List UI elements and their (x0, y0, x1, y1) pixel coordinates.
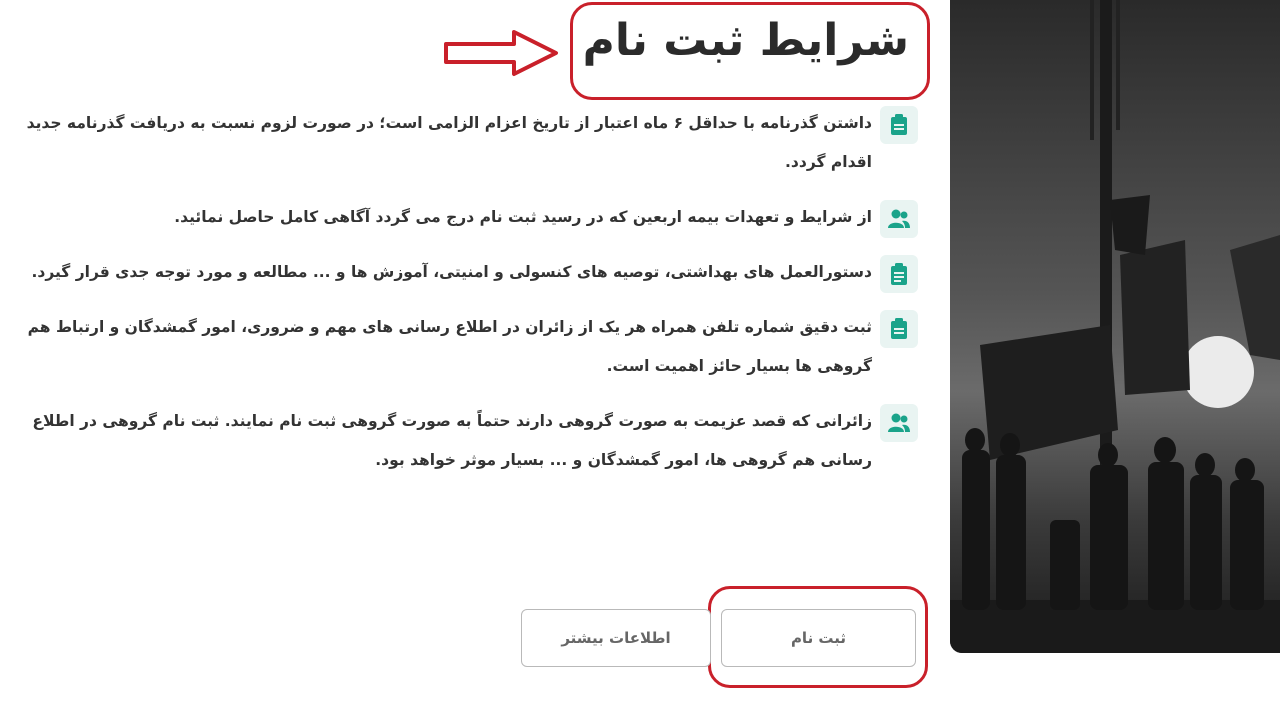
requirement-text: از شرایط و تعهدات بیمه اربعین که در رسید… (174, 208, 872, 226)
requirement-text: ثبت دقیق شماره تلفن همراه هر یک از زائرا… (27, 318, 872, 375)
arrow-right-icon (444, 30, 558, 76)
more-info-button[interactable]: اطلاعات بیشتر (521, 609, 711, 667)
passport-icon (880, 310, 918, 348)
requirement-item: از شرایط و تعهدات بیمه اربعین که در رسید… (10, 198, 920, 238)
requirement-text: دستورالعمل های بهداشتی، توصیه های کنسولی… (31, 263, 873, 281)
passport-icon (880, 106, 918, 144)
users-icon (880, 404, 918, 442)
requirements-list: داشتن گذرنامه با حداقل ۶ ماه اعتبار از ت… (10, 104, 920, 496)
title-highlight: شرایط ثبت نام (570, 2, 930, 100)
requirement-text: زائرانی که قصد عزیمت به صورت گروهی دارند… (32, 412, 872, 469)
requirement-item: داشتن گذرنامه با حداقل ۶ ماه اعتبار از ت… (10, 104, 920, 182)
requirement-item: زائرانی که قصد عزیمت به صورت گروهی دارند… (10, 402, 920, 480)
pilgrims-photo (950, 0, 1280, 653)
requirement-text: داشتن گذرنامه با حداقل ۶ ماه اعتبار از ت… (26, 114, 872, 171)
register-button[interactable]: ثبت نام (721, 609, 916, 667)
clipboard-icon (880, 255, 918, 293)
requirement-item: ثبت دقیق شماره تلفن همراه هر یک از زائرا… (10, 308, 920, 386)
users-icon (880, 200, 918, 238)
page-title: شرایط ثبت نام (582, 15, 909, 66)
requirement-item: دستورالعمل های بهداشتی، توصیه های کنسولی… (10, 253, 920, 293)
